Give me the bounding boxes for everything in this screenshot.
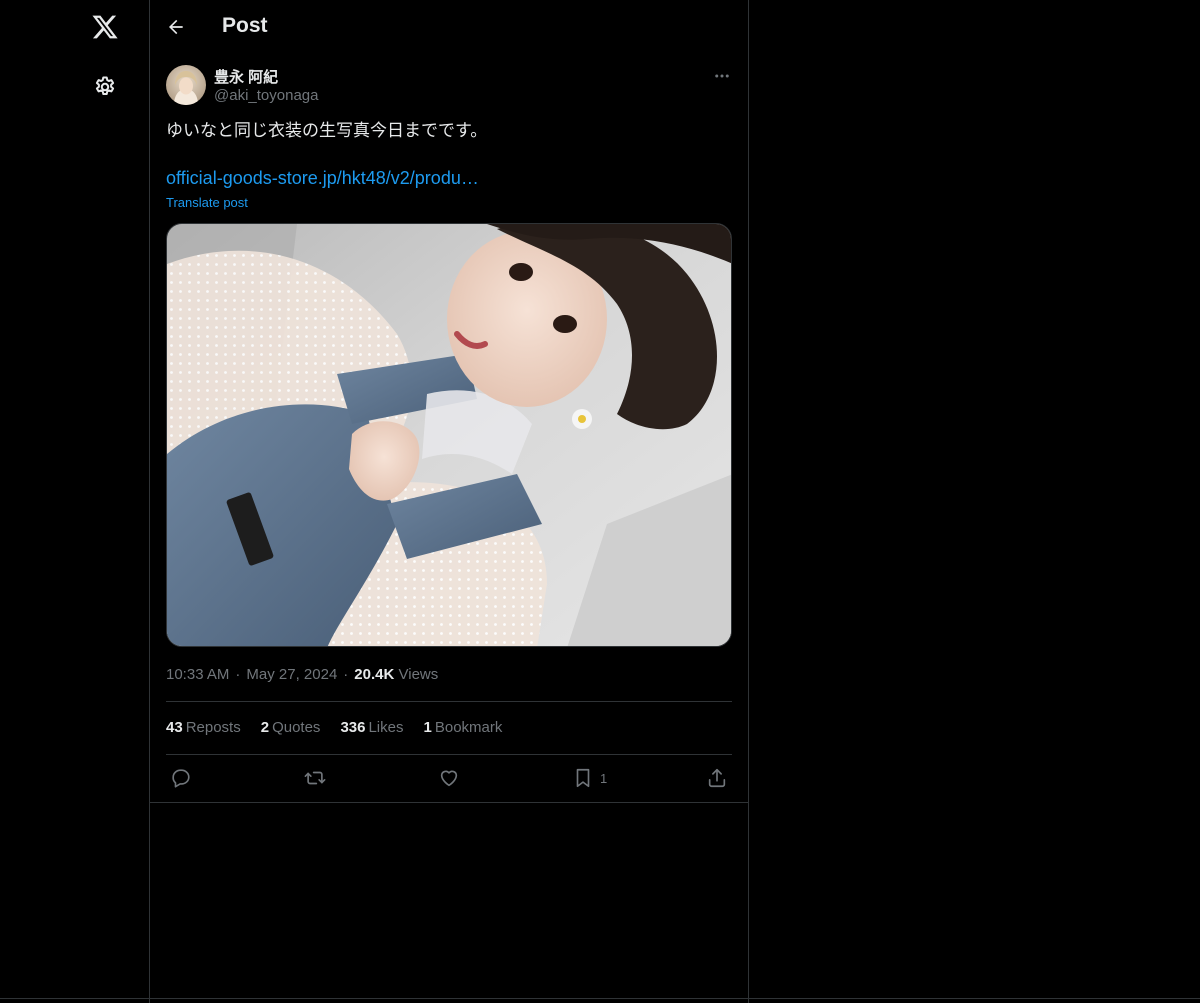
post-text: ゆいなと同じ衣装の生写真今日までです。 xyxy=(166,121,488,140)
arrow-left-icon xyxy=(169,19,183,35)
left-nav xyxy=(0,0,150,1003)
divider xyxy=(166,701,732,702)
divider xyxy=(150,802,748,803)
bookmark-count: 1 xyxy=(600,770,608,786)
x-logo-icon[interactable] xyxy=(89,11,121,43)
author-display-name[interactable]: 豊永 阿紀 xyxy=(214,66,278,87)
repost-icon xyxy=(304,771,326,785)
quotes-label: Quotes xyxy=(272,719,321,736)
likes-stat[interactable]: 336 Likes xyxy=(340,719,403,736)
back-button[interactable] xyxy=(162,13,190,41)
share-button[interactable] xyxy=(706,764,728,792)
meta-separator: · xyxy=(235,666,241,683)
avatar[interactable] xyxy=(166,65,206,105)
post-image[interactable] xyxy=(166,223,732,647)
reposts-stat[interactable]: 43 Reposts xyxy=(166,719,241,736)
bookmarks-label: Bookmark xyxy=(434,719,503,736)
bookmark-icon xyxy=(576,768,590,788)
more-dots-icon xyxy=(715,74,729,78)
engagement-stats: 43 Reposts 2 Quotes 336 Likes 1 Bookmark xyxy=(166,719,502,736)
likes-count: 336 xyxy=(340,719,366,736)
bookmark-button[interactable]: 1 xyxy=(572,764,607,792)
author-handle[interactable]: @aki_toyonaga xyxy=(214,87,318,104)
reposts-count: 43 xyxy=(166,719,183,736)
post-link[interactable]: official-goods-store.jp/hkt48/v2/produ… xyxy=(166,168,479,189)
action-bar: 1 xyxy=(166,764,732,792)
quotes-count: 2 xyxy=(260,719,270,736)
app-root: Post 豊永 阿紀 @aki_toyonaga ゆいなと同じ衣装の生写真今日ま… xyxy=(0,0,1200,1003)
post-header: Post xyxy=(150,0,748,54)
views-label: Views xyxy=(398,666,439,683)
bookmarks-stat[interactable]: 1 Bookmark xyxy=(424,719,503,736)
page-title: Post xyxy=(222,14,268,37)
likes-label: Likes xyxy=(368,719,404,736)
bottom-border xyxy=(0,998,1200,999)
heart-icon xyxy=(440,770,458,787)
divider xyxy=(166,754,732,755)
reposts-label: Reposts xyxy=(185,719,241,736)
meta-separator: · xyxy=(343,666,349,683)
like-button[interactable] xyxy=(438,764,460,792)
reply-icon xyxy=(172,769,190,788)
quotes-stat[interactable]: 2 Quotes xyxy=(261,719,321,736)
translate-post-link[interactable]: Translate post xyxy=(166,195,248,210)
post-date[interactable]: May 27, 2024 xyxy=(246,666,337,683)
reply-button[interactable] xyxy=(170,764,192,792)
post-time[interactable]: 10:33 AM xyxy=(166,666,229,683)
post-meta: 10:33 AM · May 27, 2024 · 20.4K Views xyxy=(166,666,438,683)
views-count: 20.4K xyxy=(354,666,395,683)
share-icon xyxy=(708,768,726,788)
post-column: Post 豊永 阿紀 @aki_toyonaga ゆいなと同じ衣装の生写真今日ま… xyxy=(150,0,749,1003)
more-options-button[interactable] xyxy=(710,64,734,88)
gear-icon[interactable] xyxy=(90,72,120,102)
bookmarks-count: 1 xyxy=(423,719,432,736)
repost-button[interactable] xyxy=(303,764,327,792)
